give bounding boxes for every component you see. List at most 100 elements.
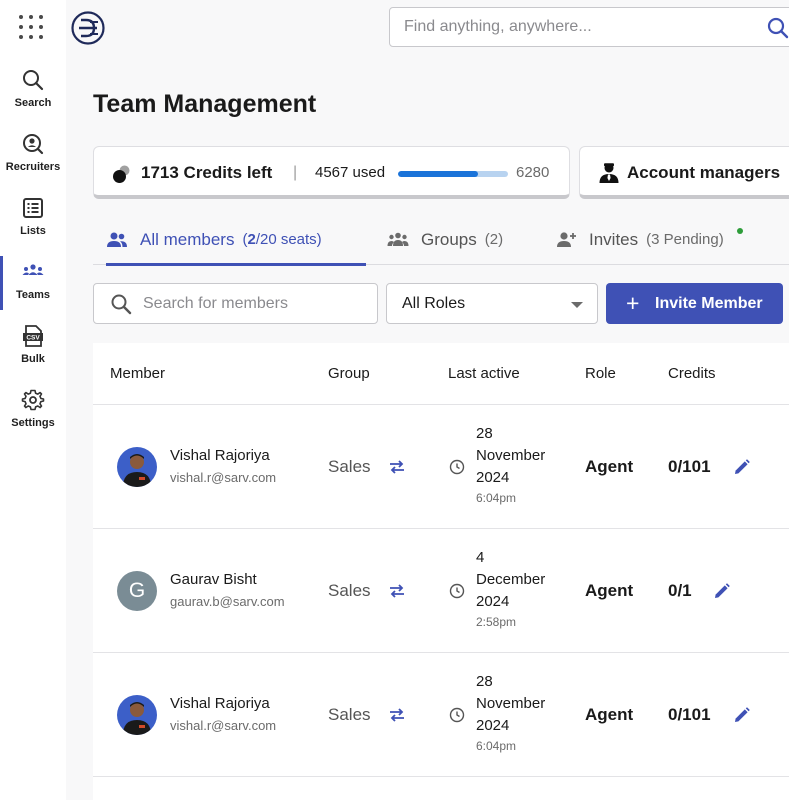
last-active-year: 2024 — [476, 717, 510, 734]
credits-progress-bar — [398, 171, 508, 177]
last-active-year: 2024 — [476, 593, 510, 610]
tab-invites[interactable]: Invites (3 Pending) — [555, 214, 724, 265]
member-email: vishal.r@sarv.com — [170, 718, 277, 733]
tab-count: (2) — [484, 231, 504, 248]
member-email: gaurav.b@sarv.com — [170, 594, 285, 609]
teams-icon — [22, 264, 44, 275]
avatar — [117, 695, 157, 735]
clock-icon — [449, 459, 465, 475]
last-active-month: November — [476, 447, 546, 464]
roles-dropdown-value: All Roles — [402, 295, 466, 312]
invite-member-label: Invite Member — [655, 295, 763, 312]
table-row[interactable]: Vishal Rajoriya vishal.r@sarv.com Sales … — [93, 653, 789, 777]
sidebar-item-label: Search — [14, 97, 52, 109]
global-search-input[interactable] — [404, 18, 744, 36]
header-member: Member — [110, 365, 166, 382]
header-credits: Credits — [668, 365, 716, 382]
swap-icon[interactable] — [388, 706, 406, 724]
search-icon — [111, 294, 132, 315]
account-managers-card[interactable]: Account managers — [579, 146, 789, 199]
tab-all-members[interactable]: All members (2/20 seats) — [106, 214, 366, 266]
last-active-time: 2:58pm — [476, 615, 517, 629]
page-title: Team Management — [93, 90, 317, 118]
last-active-year: 2024 — [476, 469, 510, 486]
last-active-day: 28 — [476, 425, 493, 442]
clock-icon — [449, 707, 465, 723]
sidebar-item-recruiters[interactable]: Recruiters — [0, 132, 66, 188]
edit-pencil-icon[interactable] — [733, 458, 751, 476]
credits-separator: | — [293, 164, 298, 181]
table-row[interactable]: G Gaurav Bisht gaurav.b@sarv.com Sales 4… — [93, 529, 789, 653]
member-group: Sales — [328, 457, 371, 476]
list-icon — [23, 198, 43, 218]
people-icon — [107, 232, 127, 247]
invite-member-button[interactable]: + Invite Member — [606, 283, 783, 324]
member-credits: 0/101 — [668, 457, 711, 476]
search-icon[interactable] — [766, 16, 789, 40]
member-role: Agent — [585, 457, 634, 476]
member-search-input[interactable] — [143, 295, 363, 313]
apps-grid-icon[interactable] — [18, 14, 44, 40]
sidebar: Search Recruiters Lists Teams CSV Bulk S… — [0, 0, 66, 800]
last-active-time: 6:04pm — [476, 491, 517, 505]
groups-icon — [387, 232, 409, 246]
recruiter-icon — [23, 134, 44, 155]
swap-icon[interactable] — [388, 458, 406, 476]
member-tabs: All members (2/20 seats) Groups (2) Invi… — [93, 214, 789, 266]
member-name: Vishal Rajoriya — [170, 447, 270, 464]
member-credits: 0/1 — [668, 581, 692, 600]
avatar — [117, 447, 157, 487]
credits-used: 4567 used — [315, 164, 386, 181]
sidebar-item-label: Teams — [15, 289, 51, 301]
caret-down-icon — [571, 302, 583, 308]
tab-count: (2/20 seats) — [242, 231, 322, 248]
roles-dropdown[interactable]: All Roles — [386, 283, 598, 324]
table-row[interactable]: Vishal Rajoriya vishal.r@sarv.com Sales … — [93, 405, 789, 529]
csv-icon: CSV — [23, 325, 43, 347]
last-active-day: 4 — [476, 549, 485, 566]
svg-text:CSV: CSV — [26, 335, 40, 342]
table-header: Member Group Last active Role Credits — [93, 343, 789, 405]
member-email: vishal.r@sarv.com — [170, 470, 277, 485]
header-role: Role — [585, 365, 616, 382]
tab-count: (3 Pending) — [646, 231, 724, 248]
plus-icon: + — [626, 290, 640, 316]
edit-pencil-icon[interactable] — [713, 582, 731, 600]
sidebar-item-lists[interactable]: Lists — [0, 196, 66, 252]
members-table: Member Group Last active Role Credits Vi… — [93, 343, 789, 800]
last-active-day: 28 — [476, 673, 493, 690]
credits-total: 6280 — [516, 164, 550, 181]
app-logo[interactable] — [71, 11, 105, 45]
swap-icon[interactable] — [388, 582, 406, 600]
member-search[interactable] — [93, 283, 378, 324]
avatar: G — [117, 571, 157, 611]
manager-icon — [599, 163, 619, 183]
last-active-month: November — [476, 695, 546, 712]
gear-icon — [21, 389, 45, 411]
edit-pencil-icon[interactable] — [733, 706, 751, 724]
pending-indicator-dot — [737, 228, 743, 234]
member-name: Gaurav Bisht — [170, 571, 257, 588]
person-add-icon — [557, 231, 576, 247]
credits-card: 1713 Credits left | 4567 used 6280 — [93, 146, 570, 199]
tab-label: Invites — [589, 229, 639, 249]
credits-left: 1713 Credits left — [141, 163, 273, 182]
sidebar-item-bulk[interactable]: CSV Bulk — [0, 324, 66, 380]
sidebar-item-label: Lists — [20, 225, 46, 237]
sidebar-item-label: Settings — [11, 417, 55, 429]
member-name: Vishal Rajoriya — [170, 695, 270, 712]
clock-icon — [449, 583, 465, 599]
sidebar-item-teams[interactable]: Teams — [0, 256, 66, 316]
coins-icon — [113, 165, 130, 183]
credits-progress-fill — [398, 171, 478, 177]
header-group: Group — [328, 365, 370, 382]
tab-label: Groups — [421, 229, 477, 249]
member-role: Agent — [585, 705, 634, 724]
sidebar-item-settings[interactable]: Settings — [0, 388, 66, 444]
member-role: Agent — [585, 581, 634, 600]
sidebar-item-search[interactable]: Search — [0, 68, 66, 124]
global-search[interactable] — [389, 7, 789, 47]
account-managers-label: Account managers — [627, 163, 781, 182]
member-credits: 0/101 — [668, 705, 711, 724]
tab-groups[interactable]: Groups (2) — [387, 214, 503, 265]
